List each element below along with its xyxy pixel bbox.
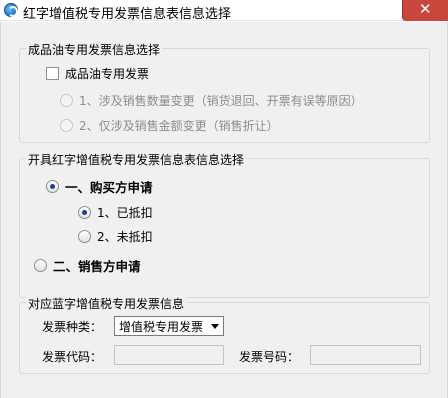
buyer-apply-row[interactable]: 一、购买方申请 (46, 177, 153, 196)
issue-group-legend: 开具红字增值税专用发票信息表信息选择 (26, 151, 247, 168)
invoice-code-field[interactable] (114, 345, 224, 365)
buyer-deducted-row[interactable]: 1、已抵扣 (78, 204, 153, 221)
blue-group-legend: 对应蓝字增值税专用发票信息 (26, 295, 187, 312)
buyer-not-deducted-radio[interactable] (78, 230, 91, 243)
oil-invoice-checkbox-label: 成品油专用发票 (65, 67, 150, 81)
blue-invoice-info-group: 对应蓝字增值税专用发票信息 发票种类： 增值税专用发票 发票代码： 发票号码： (19, 295, 430, 374)
seller-apply-row[interactable]: 二、销售方申请 (34, 256, 141, 275)
invoice-number-field[interactable] (310, 345, 421, 365)
dialog-body: 成品油专用发票信息选择 成品油专用发票 1、涉及销售数量变更（销货退回、开票有误… (0, 22, 448, 398)
invoice-type-select[interactable]: 增值税专用发票 (114, 316, 224, 336)
oil-option-quantity-row[interactable]: 1、涉及销售数量变更（销货退回、开票有误等原因） (60, 92, 363, 109)
oil-group-legend: 成品油专用发票信息选择 (26, 41, 163, 58)
oil-option-quantity-radio[interactable] (60, 94, 73, 107)
buyer-not-deducted-label: 2、未抵扣 (97, 230, 153, 244)
oil-option-amount-row[interactable]: 2、仅涉及销售金额变更（销售折让） (60, 117, 279, 134)
invoice-type-value: 增值税专用发票 (119, 319, 204, 334)
close-button[interactable]: ✕ (402, 0, 448, 21)
seller-apply-label: 二、销售方申请 (53, 259, 141, 274)
oil-invoice-group: 成品油专用发票信息选择 成品油专用发票 1、涉及销售数量变更（销货退回、开票有误… (19, 41, 430, 143)
oil-option-amount-radio[interactable] (60, 119, 73, 132)
app-icon (4, 3, 18, 17)
buyer-apply-label: 一、购买方申请 (65, 180, 153, 195)
window-title: 红字增值税专用发票信息表信息选择 (23, 7, 232, 22)
invoice-number-label: 发票号码： (239, 350, 300, 364)
invoice-code-label: 发票代码： (42, 350, 103, 364)
buyer-deducted-label: 1、已抵扣 (97, 206, 153, 220)
buyer-not-deducted-row[interactable]: 2、未抵扣 (78, 228, 153, 245)
oil-invoice-checkbox-row[interactable]: 成品油专用发票 (46, 65, 149, 82)
buyer-deducted-radio[interactable] (78, 206, 91, 219)
oil-option-amount-label: 2、仅涉及销售金额变更（销售折让） (79, 119, 279, 133)
seller-apply-radio[interactable] (34, 259, 47, 272)
close-icon: ✕ (419, 0, 432, 18)
oil-option-quantity-label: 1、涉及销售数量变更（销货退回、开票有误等原因） (79, 94, 363, 108)
oil-invoice-checkbox[interactable] (46, 67, 59, 80)
title-bar: 红字增值税专用发票信息表信息选择 ✕ (0, 0, 448, 22)
red-invoice-issue-group: 开具红字增值税专用发票信息表信息选择 一、购买方申请 1、已抵扣 2、未抵扣 二… (19, 151, 430, 298)
invoice-type-label: 发票种类： (42, 320, 103, 334)
chevron-down-icon (211, 324, 219, 329)
buyer-apply-radio[interactable] (46, 180, 59, 193)
